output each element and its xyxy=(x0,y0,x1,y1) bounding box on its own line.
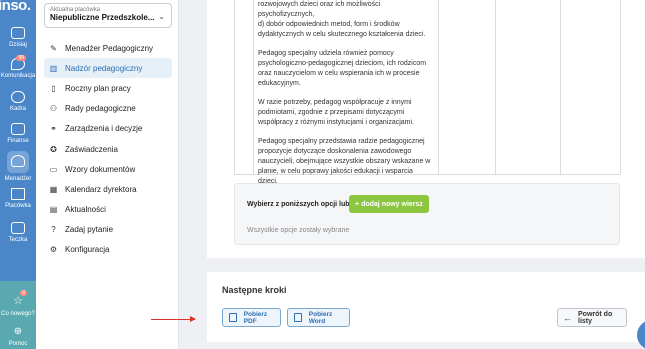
sidebar-item-kalendarz-dyrektora[interactable]: ▦ Kalendarz dyrektora xyxy=(44,179,172,199)
building-icon xyxy=(11,188,25,200)
paragraph: Pedagog specjalny udziela również pomocy… xyxy=(258,50,427,87)
download-pdf-button[interactable]: Pobierz PDF xyxy=(222,308,281,327)
document-icon: ▭ xyxy=(49,164,58,174)
sidebar-item-wzory-dokumentow[interactable]: ▭ Wzory dokumentów xyxy=(44,159,172,179)
wallet-icon xyxy=(11,123,25,135)
pdf-file-icon xyxy=(229,313,237,322)
paragraph: Pedagog specjalny przedstawia radzie ped… xyxy=(258,138,431,185)
globe-icon: ⊕ xyxy=(13,326,23,337)
sidebar-item-zarzadzenia[interactable]: ⚭ Zarządzenia i decyzje xyxy=(44,119,172,139)
sidebar-item-menadzer-pedagogiczny[interactable]: ✎ Menadżer Pedagogiczny xyxy=(44,38,172,58)
app-rail: inso. Dzisiaj 99 Komunikacja Kadra Finan… xyxy=(0,0,36,349)
handshake-icon: ⚭ xyxy=(50,124,57,134)
all-selected-note: Wszystkie opcje zostały wybrane xyxy=(247,227,350,234)
app-logo: inso. xyxy=(0,0,31,14)
rail-bottom: ☆ 9 Co nowego? ⊕ Pomoc xyxy=(0,281,36,349)
people-icon xyxy=(11,91,25,103)
gear-icon: ⚙ xyxy=(49,245,58,255)
paragraph: W razie potrzeby, pedagog współpracuje z… xyxy=(258,99,414,126)
rail-item-placowka[interactable]: Placówka xyxy=(0,188,36,209)
paragraph: rozwojowych dzieci oraz ich możliwości p… xyxy=(258,1,426,38)
main-content: rozwojowych dzieci oraz ich możliwości p… xyxy=(179,0,645,349)
folder-icon xyxy=(11,222,25,234)
download-word-button[interactable]: Pobierz Word xyxy=(287,308,350,327)
star-icon: ☆ xyxy=(13,295,23,307)
add-row-box: Wybierz z poniższych opcji lub + dodaj n… xyxy=(234,183,620,245)
news-icon: ▤ xyxy=(49,205,58,215)
calendar-icon xyxy=(11,27,25,39)
arrow-left-icon: ← xyxy=(563,312,572,323)
chevron-down-icon: ⌄ xyxy=(158,12,165,21)
choose-label: Wybierz z poniższych opcji lub xyxy=(247,201,350,208)
rail-item-dzisiaj[interactable]: Dzisiaj xyxy=(0,27,36,48)
news-badge: 9 xyxy=(20,290,27,296)
rail-item-pomoc[interactable]: ⊕ Pomoc xyxy=(0,321,36,347)
sidebar-item-rady-pedagogiczne[interactable]: ⚇ Rady pedagogiczne xyxy=(44,99,172,119)
rail-item-kadra[interactable]: Kadra xyxy=(0,91,36,112)
back-to-list-button[interactable]: ← Powrót do listy xyxy=(557,308,627,327)
annotation-arrow xyxy=(151,316,196,322)
sidebar-item-aktualnosci[interactable]: ▤ Aktualności xyxy=(44,200,172,220)
sidebar-menu: ✎ Menadżer Pedagogiczny ▥ Nadzór pedagogic… xyxy=(44,38,172,260)
add-row-button[interactable]: + dodaj nowy wiersz xyxy=(349,195,429,213)
sidebar-item-roczny-plan-pracy[interactable]: ▯ Roczny plan pracy xyxy=(44,78,172,98)
facility-select[interactable]: Aktualna placówka Niepubliczne Przedszko… xyxy=(44,3,172,28)
rail-item-teczka[interactable]: Teczka xyxy=(0,222,36,243)
facility-value: Niepubliczne Przedszkole... xyxy=(50,13,155,22)
certificate-icon: ✪ xyxy=(50,144,57,154)
chart-icon: ▥ xyxy=(49,63,58,73)
next-steps-title: Następne kroki xyxy=(222,285,287,295)
person-icon xyxy=(11,155,25,167)
sidebar-item-zaswiadczenia[interactable]: ✪ Zaświadczenia xyxy=(44,139,172,159)
word-file-icon xyxy=(294,313,302,322)
sidebar-item-zadaj-pytanie[interactable]: ? Zadaj pytanie xyxy=(44,220,172,240)
sidebar-item-nadzor-pedagogiczny[interactable]: ▥ Nadzór pedagogiczny xyxy=(44,58,172,79)
rail-item-menadzer[interactable]: Menadżer xyxy=(0,151,36,182)
rail-item-finanse[interactable]: Finanse xyxy=(0,123,36,144)
plan-table: rozwojowych dzieci oraz ich możliwości p… xyxy=(234,0,621,185)
rail-item-co-nowego[interactable]: ☆ 9 Co nowego? xyxy=(0,290,36,317)
rail-item-komunikacja[interactable]: 99 Komunikacja xyxy=(0,55,36,79)
group-icon: ⚇ xyxy=(49,104,58,114)
pen-icon: ✎ xyxy=(50,43,57,53)
sidebar: Aktualna placówka Niepubliczne Przedszko… xyxy=(36,0,179,349)
content-card: rozwojowych dzieci oraz ich możliwości p… xyxy=(207,0,645,258)
notification-badge: 99 xyxy=(16,55,26,61)
clipboard-icon: ▯ xyxy=(51,83,56,93)
table-cell-description: rozwojowych dzieci oraz ich możliwości p… xyxy=(258,0,434,196)
sidebar-item-konfiguracja[interactable]: ⚙ Konfiguracja xyxy=(44,240,172,260)
calendar-check-icon: ▦ xyxy=(49,184,58,194)
next-steps-card: Następne kroki Pobierz PDF Pobierz Word … xyxy=(207,272,645,342)
question-icon: ? xyxy=(51,225,56,235)
